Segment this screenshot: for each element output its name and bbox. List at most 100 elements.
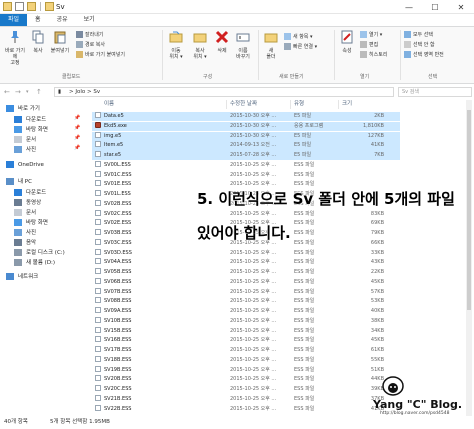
nav-item[interactable]: 문서 [14,208,36,216]
new-folder-button[interactable]: 새 폴더 [262,30,280,60]
copy-to-button[interactable]: 복사 위치 ▾ [190,30,210,60]
file-type: ESS 파일 [294,230,315,236]
column-divider[interactable] [338,100,339,109]
file-row[interactable]: img.e5 2015-10-30 오후 ... E5 파일 127KB [92,131,400,141]
file-row[interactable]: SV18B.ESS 2015-10-25 오후 ... ESS 파일 55KB [92,355,400,365]
file-date: 2015-10-25 오후 ... [230,161,277,168]
file-row[interactable]: SV15B.ESS 2015-10-25 오후 ... ESS 파일 34KB [92,326,400,336]
move-to-button[interactable]: 이동 위치 ▾ [166,30,186,60]
column-name[interactable]: 이름 [104,100,114,109]
nav-item[interactable]: 사진 [14,228,36,236]
tab-share[interactable]: 공유 [49,14,76,26]
nav-item[interactable]: 사진 [14,145,36,153]
file-row[interactable]: SV17B.ESS 2015-10-25 오후 ... ESS 파일 61KB [92,346,400,355]
file-row[interactable]: SV10B.ESS 2015-10-25 오후 ... ESS 파일 38KB [92,316,400,326]
pin-quick-access-button[interactable]: 바로 가기에 고정 [3,30,27,66]
file-row[interactable]: SV03D.ESS 2015-10-25 오후 ... ESS 파일 33KB [92,248,400,258]
nav-item[interactable]: 다운로드 [14,115,46,123]
paste-shortcut-button[interactable]: 바로 가기 붙여넣기 [76,51,125,59]
tab-home[interactable]: 홈 [27,14,49,26]
copy-to-label: 복사 위치 ▾ [193,48,207,60]
edit-label: 편집 [369,42,379,48]
minimize-button[interactable]: — [396,0,422,14]
column-divider[interactable] [290,100,291,109]
column-type[interactable]: 유형 [294,100,304,109]
move-folder-icon [169,31,183,43]
file-row[interactable]: SV22B.ESS 2015-10-25 오후 ... ESS 파일 41KB [92,404,400,414]
open-button[interactable]: 열기 ▾ [360,31,382,39]
file-row[interactable]: SV07B.ESS 2015-10-25 오후 ... ESS 파일 57KB [92,287,400,297]
up-button[interactable]: ↑ [36,86,42,98]
address-bar[interactable]: ▮ > Jolo > Sv [54,87,394,97]
invert-selection-button[interactable]: 선택 영역 반전 [404,51,444,59]
search-input[interactable]: Sv 검색 [398,87,472,97]
nav-item[interactable]: 동영상 [14,198,41,206]
file-row[interactable]: SV16B.ESS 2015-10-25 오후 ... ESS 파일 45KB [92,336,400,345]
tab-file[interactable]: 파일 [0,14,28,26]
file-type: E5 파일 [294,142,312,149]
file-row[interactable]: SV21B.ESS 2015-10-25 오후 ... ESS 파일 37KB [92,394,400,404]
copy-path-button[interactable]: 경로 복사 [76,41,105,49]
nav-item-label: 다운로드 [26,190,47,196]
file-row[interactable]: Data.e5 2015-10-30 오후 ... E5 파일 2KB [92,112,400,122]
file-name: SV20C.ESS [104,386,132,392]
rename-button[interactable]: 이름 바꾸기 [233,30,253,60]
tab-view[interactable]: 보기 [76,14,103,26]
nav-item[interactable]: 바탕 화면 [14,218,48,226]
cut-button[interactable]: 잘라내기 [76,31,103,39]
nav-item-label: 문서 [26,210,37,216]
forward-button[interactable]: → [15,86,21,98]
nav-item[interactable]: 새 볼륨 (D:) [14,258,55,266]
file-row[interactable]: SV09A.ESS 2015-10-25 오후 ... ESS 파일 40KB [92,307,400,316]
scrollbar-thumb[interactable] [467,110,471,310]
file-row[interactable]: SV20C.ESS 2015-10-25 오후 ... ESS 파일 39KB [92,385,400,394]
file-row[interactable]: SV04A.ESS 2015-10-25 오후 ... ESS 파일 43KB [92,258,400,267]
column-divider[interactable] [226,100,227,109]
select-none-button[interactable]: 선택 안 함 [404,41,435,49]
file-row[interactable]: star.e5 2015-07-28 오후 ... E5 파일 7KB [92,151,400,161]
recent-locations-button[interactable]: ▾ [26,86,29,98]
new-folder-icon[interactable] [27,2,36,11]
file-name: SV03C.ESS [104,239,132,246]
nav-item[interactable]: 다운로드 [14,188,46,196]
file-row[interactable]: SV08B.ESS 2015-10-25 오후 ... ESS 파일 53KB [92,297,400,306]
file-row[interactable]: SV05B.ESS 2015-10-25 오후 ... ESS 파일 22KB [92,268,400,277]
nav-item[interactable]: 음악 [14,238,36,246]
delete-button[interactable]: 삭제 [214,30,230,54]
nav-item[interactable]: 로컬 디스크 (C:) [14,248,65,256]
file-row[interactable]: SV19B.ESS 2015-10-25 오후 ... ESS 파일 51KB [92,365,400,375]
item-count: 40개 항목 [4,419,28,425]
easy-access-button[interactable]: 빠른 연결 ▾ [284,43,317,51]
edit-button[interactable]: 편집 [360,41,378,49]
history-button[interactable]: 히스토리 [360,51,387,59]
properties-icon[interactable] [15,2,24,11]
select-all-button[interactable]: 모두 선택 [404,31,433,39]
back-button[interactable]: ← [4,86,10,98]
paste-button[interactable]: 붙여넣기 [49,30,71,54]
drive-icon [14,248,22,256]
new-item-button[interactable]: 새 항목 ▾ [284,33,313,41]
file-type: ESS 파일 [294,210,315,217]
column-date[interactable]: 수정한 날짜 [230,100,257,109]
nav-item[interactable]: OneDrive [6,161,44,168]
delete-label: 삭제 [217,48,227,54]
nav-item[interactable]: 문서 [14,135,36,143]
column-size[interactable]: 크기 [342,100,352,109]
nav-item[interactable]: 바탕 화면 [14,125,48,133]
copy-button[interactable]: 복사 [31,30,45,54]
properties-button[interactable]: 속성 [338,30,356,54]
folder-icon[interactable] [3,2,12,11]
nav-item[interactable]: 바로 가기 [6,104,40,112]
file-row[interactable]: Item.e5 2014-09-13 오전 ... E5 파일 41KB [92,141,400,151]
maximize-button[interactable]: ☐ [422,0,448,14]
select-group-label: 선택 [428,74,438,80]
file-row[interactable]: SV02C.ESS 2015-10-25 오후 ... ESS 파일 83KB [92,209,400,219]
file-row[interactable]: SV01C.ESS 2015-10-25 오후 ... ESS 파일 [92,170,400,180]
file-row[interactable]: SV00L.ESS 2015-10-25 오후 ... ESS 파일 [92,160,400,170]
file-row[interactable]: SV20B.ESS 2015-10-25 오후 ... ESS 파일 44KB [92,375,400,384]
close-button[interactable]: ✕ [448,0,474,14]
file-row[interactable]: SV06B.ESS 2015-10-25 오후 ... ESS 파일 45KB [92,277,400,287]
nav-item[interactable]: 네트워크 [6,272,38,280]
nav-item[interactable]: 내 PC [6,177,32,185]
file-row[interactable]: Ekd5.exe 2015-10-30 오후 ... 응용 프로그램 1,810KB [92,121,400,132]
